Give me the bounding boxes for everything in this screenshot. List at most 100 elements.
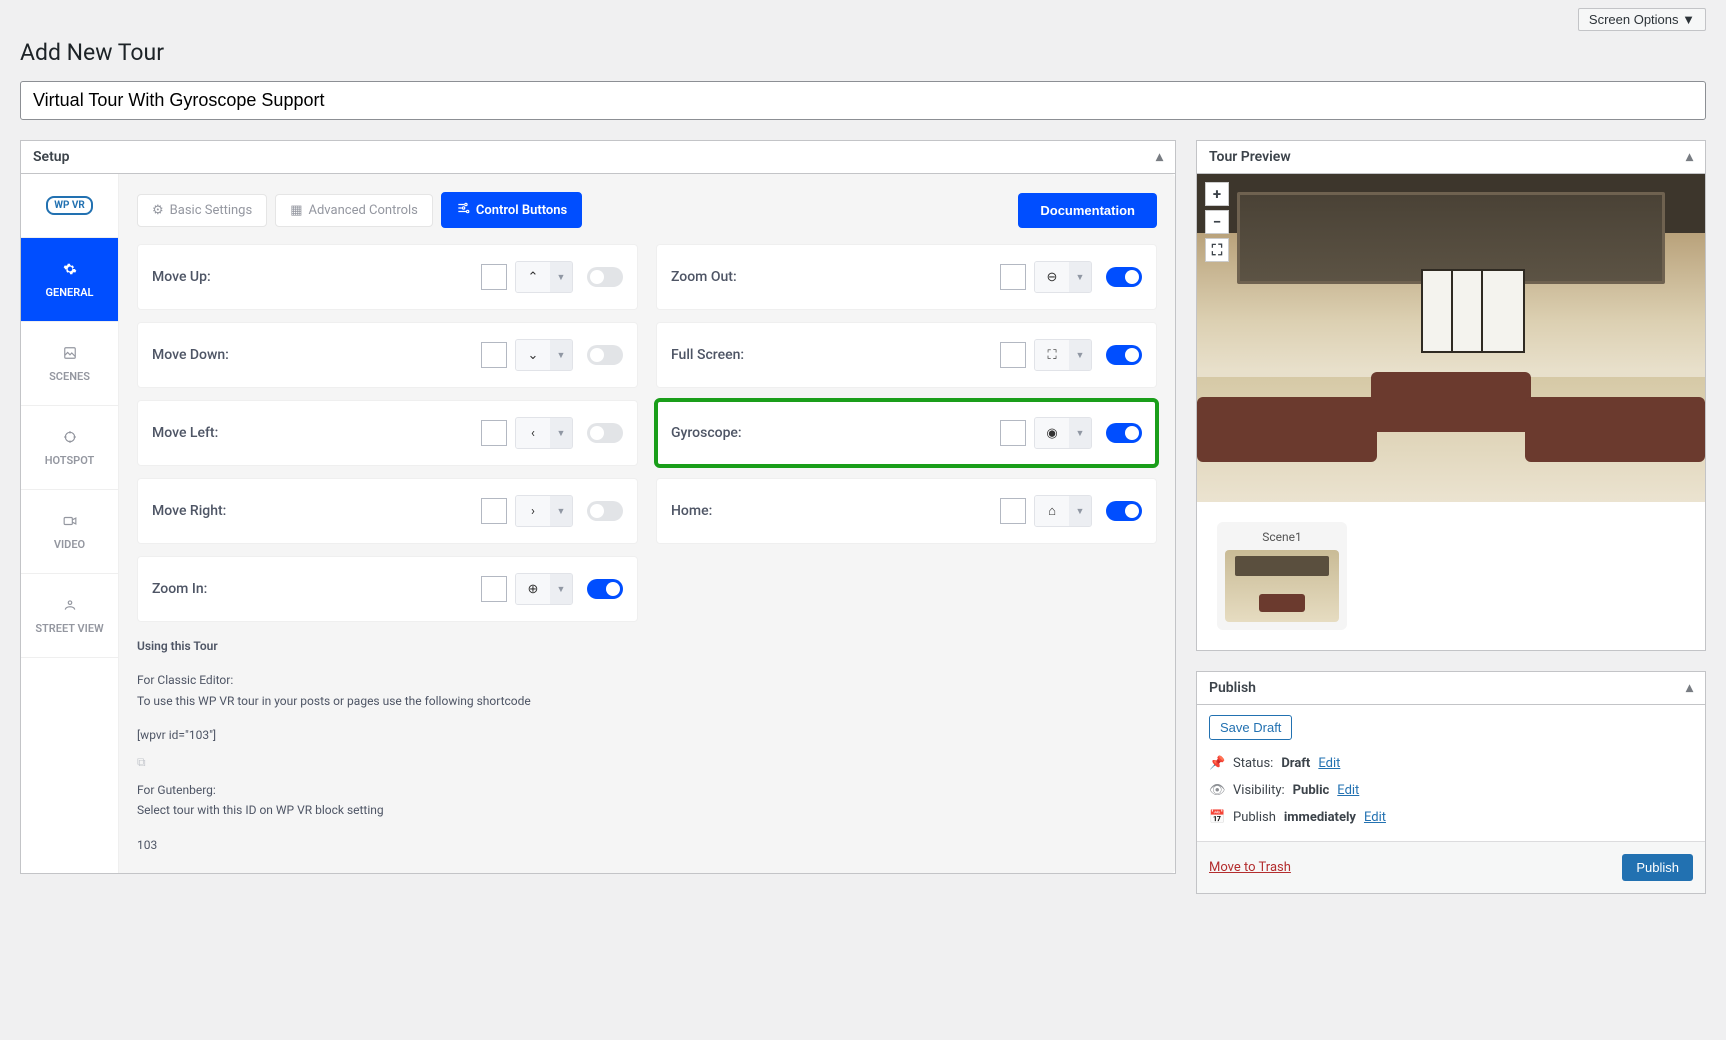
control-zoom-out: Zoom Out: ⊖▼ [656, 244, 1157, 310]
tab-hotspot[interactable]: HOTSPOT [21, 406, 118, 490]
publish-box: Publish ▴ Save Draft 📌 Status: Draft Edi… [1196, 671, 1706, 894]
toggle-move-right[interactable] [587, 501, 623, 521]
color-picker[interactable] [481, 498, 507, 524]
color-picker[interactable] [1000, 420, 1026, 446]
dropdown-icon: ▼ [1069, 340, 1091, 370]
color-picker[interactable] [481, 420, 507, 446]
tab-general[interactable]: GENERAL [21, 238, 118, 322]
subtab-advanced-controls[interactable]: ▦ Advanced Controls [275, 194, 433, 227]
control-gyroscope: Gyroscope: ◉▼ [656, 400, 1157, 466]
toggle-full-screen[interactable] [1106, 345, 1142, 365]
compass-icon: ◉ [1035, 418, 1069, 448]
tab-street-view[interactable]: STREET VIEW [21, 574, 118, 658]
icon-picker[interactable]: ⌂▼ [1034, 495, 1092, 527]
collapse-icon[interactable]: ▴ [1686, 680, 1693, 696]
target-icon [61, 428, 79, 446]
icon-picker[interactable]: ⊖▼ [1034, 261, 1092, 293]
chevron-left-icon: ‹ [516, 418, 550, 448]
fullscreen-icon: ⛶ [1035, 340, 1069, 370]
icon-picker[interactable]: ›▼ [515, 495, 573, 527]
icon-picker[interactable]: ◉▼ [1034, 417, 1092, 449]
wpvr-logo-tab: WP VR [21, 174, 118, 238]
dropdown-icon: ▼ [550, 262, 572, 292]
collapse-icon[interactable]: ▴ [1686, 149, 1693, 165]
toggle-move-down[interactable] [587, 345, 623, 365]
color-picker[interactable] [1000, 498, 1026, 524]
edit-status-link[interactable]: Edit [1318, 756, 1340, 771]
publish-button[interactable]: Publish [1622, 854, 1693, 881]
streetview-icon [61, 596, 79, 614]
save-draft-button[interactable]: Save Draft [1209, 715, 1292, 740]
tour-preview-box: Tour Preview ▴ + − ⛶ [1196, 140, 1706, 651]
tour-title-input[interactable] [20, 81, 1706, 120]
icon-picker[interactable]: ‹▼ [515, 417, 573, 449]
tab-scenes[interactable]: SCENES [21, 322, 118, 406]
tab-video[interactable]: VIDEO [21, 490, 118, 574]
chevron-right-icon: › [516, 496, 550, 526]
fullscreen-button[interactable]: ⛶ [1205, 238, 1229, 262]
toggle-zoom-out[interactable] [1106, 267, 1142, 287]
icon-picker[interactable]: ⌃▼ [515, 261, 573, 293]
subtab-basic-settings[interactable]: ⚙ Basic Settings [137, 194, 267, 227]
toggle-gyroscope[interactable] [1106, 423, 1142, 443]
dropdown-icon: ▼ [550, 340, 572, 370]
screen-options-button[interactable]: Screen Options ▼ [1578, 8, 1706, 31]
control-home: Home: ⌂▼ [656, 478, 1157, 544]
publish-title: Publish [1209, 680, 1256, 696]
sliders-icon [456, 201, 470, 219]
color-picker[interactable] [481, 342, 507, 368]
usage-info: Using this Tour For Classic Editor: To u… [137, 636, 1157, 855]
control-move-up: Move Up: ⌃▼ [137, 244, 638, 310]
minus-circle-icon: ⊖ [1035, 262, 1069, 292]
dropdown-icon: ▼ [550, 574, 572, 604]
setup-box-title: Setup [33, 149, 69, 165]
control-zoom-in: Zoom In: ⊕▼ [137, 556, 638, 622]
toggle-zoom-in[interactable] [587, 579, 623, 599]
dropdown-icon: ▼ [550, 418, 572, 448]
color-picker[interactable] [481, 576, 507, 602]
subtab-control-buttons[interactable]: Control Buttons [441, 192, 582, 228]
preview-panorama[interactable]: + − ⛶ [1197, 174, 1705, 502]
chevron-down-icon: ⌄ [516, 340, 550, 370]
icon-picker[interactable]: ⛶▼ [1034, 339, 1092, 371]
dropdown-icon: ▼ [1069, 262, 1091, 292]
copy-icon[interactable]: ⧉ [137, 752, 1157, 772]
image-icon [61, 344, 79, 362]
plus-circle-icon: ⊕ [516, 574, 550, 604]
control-move-down: Move Down: ⌄▼ [137, 322, 638, 388]
toggle-move-left[interactable] [587, 423, 623, 443]
control-move-left: Move Left: ‹▼ [137, 400, 638, 466]
setup-box: Setup ▴ WP VR GENERAL [20, 140, 1176, 874]
edit-schedule-link[interactable]: Edit [1364, 810, 1386, 825]
scene-thumbnail-image [1225, 550, 1339, 622]
control-full-screen: Full Screen: ⛶▼ [656, 322, 1157, 388]
calendar-icon: 📅 [1209, 810, 1225, 825]
color-picker[interactable] [1000, 342, 1026, 368]
collapse-icon[interactable]: ▴ [1156, 149, 1163, 165]
preview-title: Tour Preview [1209, 149, 1291, 165]
chevron-up-icon: ⌃ [516, 262, 550, 292]
move-to-trash-link[interactable]: Move to Trash [1209, 860, 1291, 875]
control-move-right: Move Right: ›▼ [137, 478, 638, 544]
gear-icon: ⚙ [152, 203, 164, 218]
color-picker[interactable] [481, 264, 507, 290]
page-title: Add New Tour [20, 39, 1706, 66]
home-icon: ⌂ [1035, 496, 1069, 526]
color-picker[interactable] [1000, 264, 1026, 290]
zoom-in-button[interactable]: + [1205, 182, 1229, 206]
grid-icon: ▦ [290, 203, 302, 218]
zoom-out-button[interactable]: − [1205, 210, 1229, 234]
icon-picker[interactable]: ⊕▼ [515, 573, 573, 605]
documentation-button[interactable]: Documentation [1018, 193, 1157, 228]
toggle-home[interactable] [1106, 501, 1142, 521]
icon-picker[interactable]: ⌄▼ [515, 339, 573, 371]
dropdown-icon: ▼ [1069, 418, 1091, 448]
video-icon [61, 512, 79, 530]
eye-icon: 👁 [1209, 783, 1225, 798]
gear-icon [61, 260, 79, 278]
toggle-move-up[interactable] [587, 267, 623, 287]
dropdown-icon: ▼ [1069, 496, 1091, 526]
edit-visibility-link[interactable]: Edit [1337, 783, 1359, 798]
scene-thumbnail[interactable]: Scene1 [1217, 522, 1347, 630]
pin-icon: 📌 [1209, 756, 1225, 771]
